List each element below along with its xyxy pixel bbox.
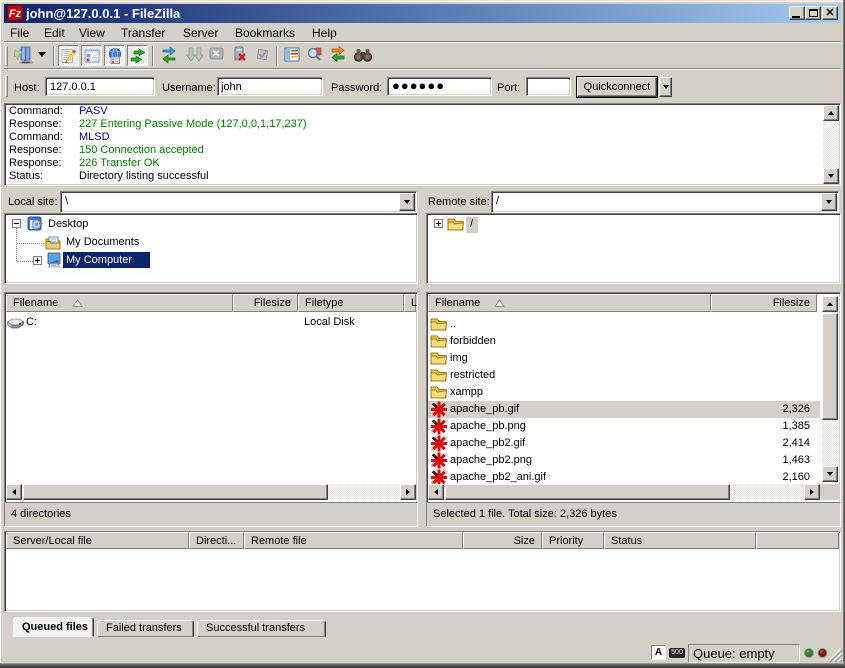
svg-text:Fz: Fz	[9, 8, 22, 20]
